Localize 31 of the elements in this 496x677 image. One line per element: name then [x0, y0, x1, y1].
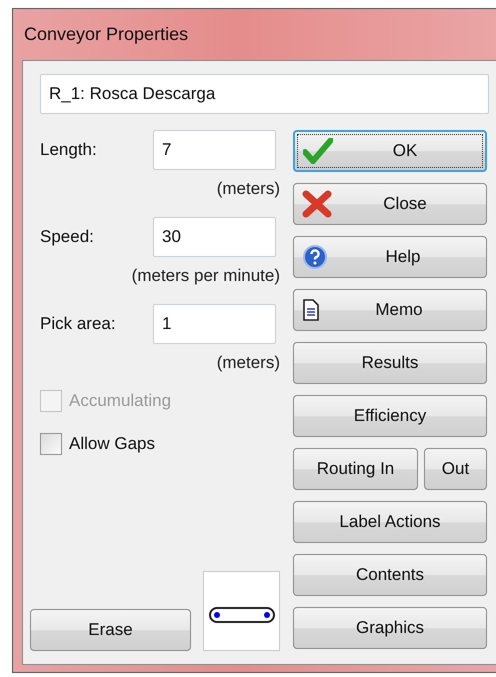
input-field[interactable]: 7: [153, 130, 276, 170]
conveyor-icon: [208, 606, 274, 624]
dialog-button[interactable]: Efficiency: [293, 395, 487, 437]
dialog-button[interactable]: Close: [293, 183, 487, 225]
window-title: Conveyor Properties: [24, 24, 188, 45]
help-icon: [302, 244, 328, 270]
field-label: Length:: [40, 140, 98, 160]
unit-label: (meters per minute): [132, 265, 280, 287]
dialog-button[interactable]: Routing In: [293, 448, 418, 490]
checkbox-label: Accumulating: [69, 391, 172, 411]
document-icon: [302, 299, 320, 321]
dialog-button[interactable]: OK: [293, 130, 487, 172]
input-field[interactable]: 1: [153, 304, 276, 344]
close-icon: [302, 190, 332, 218]
dialog-button[interactable]: Out: [424, 448, 487, 490]
field-label: Speed:: [40, 227, 95, 247]
dialog-button[interactable]: Help: [293, 236, 487, 278]
dialog-button[interactable]: Results: [293, 342, 487, 384]
dialog-button[interactable]: Label Actions: [293, 501, 487, 543]
field-label: Pick area:: [40, 314, 117, 334]
name-field[interactable]: R_1: Rosca Descarga: [40, 74, 489, 114]
input-field[interactable]: 30: [153, 217, 276, 257]
checkbox-label: Allow Gaps: [69, 434, 155, 454]
unit-label: (meters): [216, 352, 280, 374]
checkmark-icon: [303, 138, 333, 164]
dialog-button[interactable]: Contents: [293, 554, 487, 596]
erase-button[interactable]: Erase: [30, 609, 191, 651]
unit-label: (meters): [216, 178, 280, 200]
dialog-button[interactable]: Graphics: [293, 607, 487, 649]
checkbox[interactable]: [40, 433, 62, 455]
dialog-button[interactable]: Memo: [293, 289, 487, 331]
